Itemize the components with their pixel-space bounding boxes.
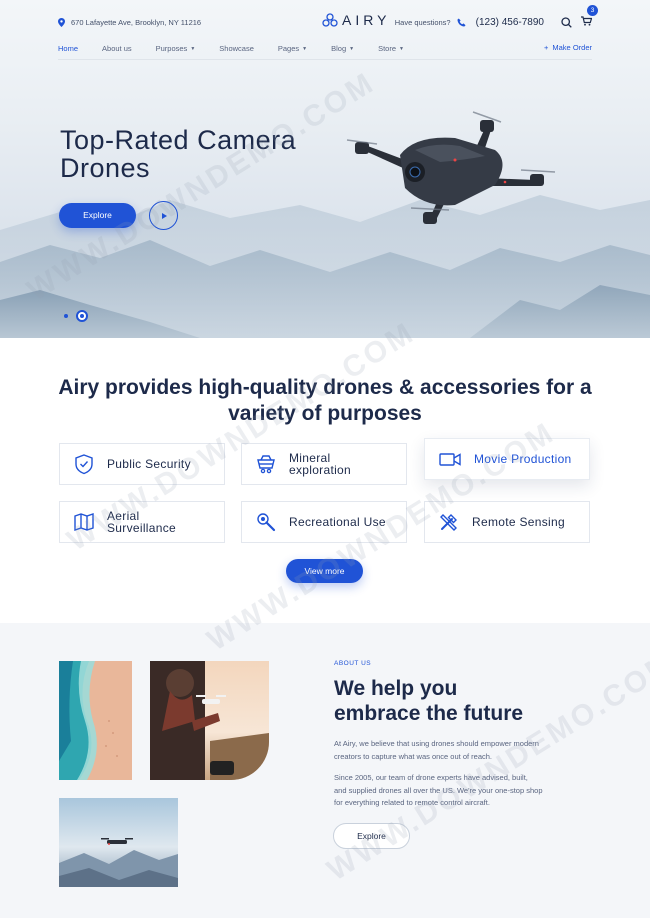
slider-dot[interactable] [64,314,68,318]
feature-label: Public Security [107,457,191,471]
nav-item-purposes[interactable]: Purposes ▼ [156,44,196,53]
nav-label: About us [102,44,132,53]
features-heading-line2: variety of purposes [228,402,422,425]
about-title-line2: embrace the future [334,702,524,725]
cart-count-badge: 3 [587,5,598,16]
nav-label: Showcase [219,44,254,53]
phone-number[interactable]: (123) 456-7890 [476,17,544,28]
slider-dots [64,310,88,322]
nav-item-blog[interactable]: Blog ▼ [331,44,354,53]
about-eyebrow: ABOUT US [334,660,372,667]
features-heading: Airy provides high-quality drones & acce… [40,375,610,427]
feature-card-mineral-exploration[interactable]: Mineral exploration [241,443,407,485]
slider-dot-active[interactable] [76,310,88,322]
contact: Have questions? (123) 456-7890 [395,17,544,28]
hero-title-line1: Top-Rated Camera [60,125,297,155]
nav-label: Pages [277,44,300,53]
video-camera-icon [439,453,461,466]
play-icon [161,212,167,219]
nav-item-about-us[interactable]: About us [102,44,132,53]
search-icon[interactable] [561,16,572,28]
chevron-down-icon: ▼ [302,45,308,52]
shield-check-icon [75,454,93,475]
pilot-image [150,661,269,780]
mine-cart-icon [257,455,275,474]
logo-text: AIRY [342,12,391,28]
chevron-down-icon: ▼ [190,45,196,52]
cart-button[interactable]: 3 [581,5,598,31]
map-icon [74,513,94,531]
make-order-label: Make Order [552,43,592,52]
feature-label: Recreational Use [289,515,386,529]
question-text: Have questions? [394,17,451,27]
about-paragraph-1: At Airy, we believe that using drones sh… [334,739,539,761]
feature-card-aerial-surveillance[interactable]: Aerial Surveillance [59,501,225,543]
feature-label: Remote Sensing [472,515,565,529]
nav-label: Home [58,44,79,53]
tools-icon [440,514,457,531]
hero-section: 670 Lafayette Ave, Brooklyn, NY 11216 AI… [0,0,650,338]
make-order-link[interactable]: + Make Order [544,43,592,52]
location-pin-icon [58,17,65,27]
play-video-button[interactable] [149,201,178,230]
nav-item-showcase[interactable]: Showcase [219,44,254,53]
beach-image [59,661,132,780]
nav-label: Purposes [155,44,188,53]
feature-label: Aerial Surveillance [107,509,176,535]
nav-item-store[interactable]: Store ▼ [378,44,404,53]
address: 670 Lafayette Ave, Brooklyn, NY 11216 [58,17,202,27]
about-section: ABOUT US We help you embrace the future … [0,623,650,918]
misty-drone-image [59,798,178,887]
logo[interactable]: AIRY [322,12,390,28]
address-text: 670 Lafayette Ave, Brooklyn, NY 11216 [71,17,202,27]
nav-item-home[interactable]: Home [58,44,78,53]
nav-label: Store [378,44,397,53]
feature-card-recreational-use[interactable]: Recreational Use [241,501,407,543]
top-bar: 670 Lafayette Ave, Brooklyn, NY 11216 AI… [58,5,598,32]
nav-item-pages[interactable]: Pages ▼ [278,44,307,53]
drone-image [346,111,556,224]
feature-card-movie-production[interactable]: Movie Production [424,438,590,480]
about-title: We help you embrace the future [334,676,584,726]
hero-title-line2: Drones [60,153,151,183]
chevron-down-icon: ▼ [399,45,404,52]
features-section: Airy provides high-quality drones & acce… [0,338,650,623]
chevron-down-icon: ▼ [349,45,355,52]
feature-label: Mineral exploration [289,451,352,477]
view-more-button[interactable]: View more [286,559,363,583]
about-paragraph-2: Since 2005, our team of drone experts ha… [334,773,543,807]
hero-explore-button[interactable]: Explore [59,203,136,228]
joystick-icon [257,513,276,532]
main-nav: Home About us Purposes ▼ Showcase Pages ▼ … [58,38,592,60]
hero-title: Top-Rated Camera Drones [60,126,360,182]
about-explore-button[interactable]: Explore [333,823,410,849]
feature-card-public-security[interactable]: Public Security [59,443,225,485]
logo-icon [322,13,338,27]
nav-label: Blog [331,44,347,53]
header-actions: 3 [561,5,598,31]
feature-card-remote-sensing[interactable]: Remote Sensing [424,501,590,543]
about-title-line1: We help you [334,677,458,700]
phone-icon [457,17,466,27]
features-heading-line1: Airy provides high-quality drones & acce… [58,376,592,399]
plus-icon: + [544,43,549,52]
feature-label: Movie Production [474,452,572,466]
cart-icon [581,16,593,26]
